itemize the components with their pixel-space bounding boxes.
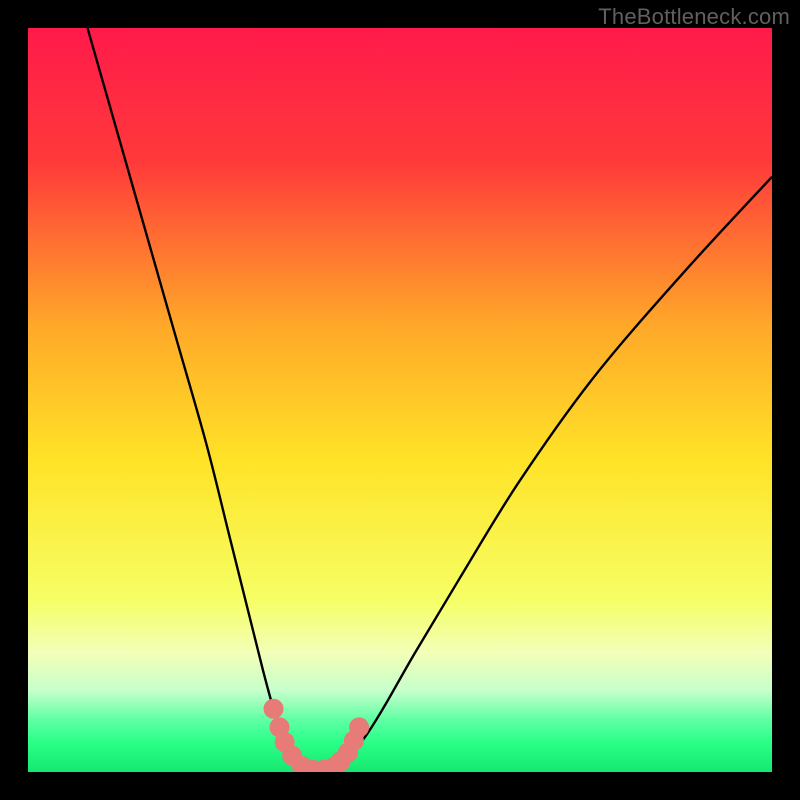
bottleneck-chart [28, 28, 772, 772]
watermark-text: TheBottleneck.com [598, 4, 790, 30]
valley-dot [349, 717, 369, 737]
chart-frame [28, 28, 772, 772]
valley-dot [264, 699, 284, 719]
gradient-background [28, 28, 772, 772]
